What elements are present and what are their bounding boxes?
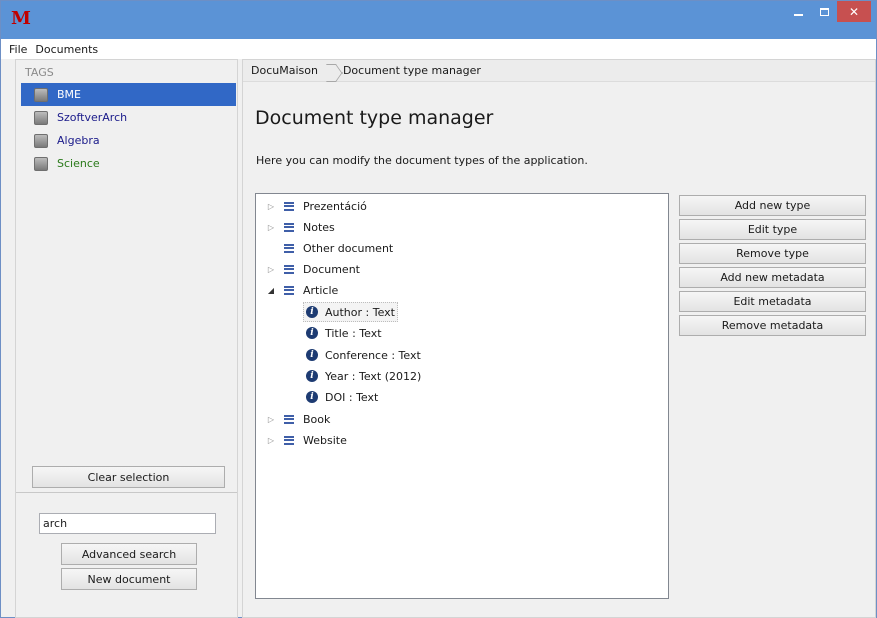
- breadcrumb: DocuMaison Document type manager: [243, 60, 875, 82]
- tag-label: Science: [57, 157, 100, 170]
- maximize-button[interactable]: [811, 1, 837, 22]
- document-type-icon: [283, 285, 295, 296]
- tree-item-book[interactable]: ▷ Book: [264, 409, 330, 429]
- metadata-item-doi[interactable]: i DOI : Text: [306, 387, 378, 407]
- tag-label: SzoftverArch: [57, 111, 128, 124]
- close-icon: ✕: [848, 4, 860, 19]
- metadata-label: Year : Text (2012): [325, 369, 422, 383]
- breadcrumb-home[interactable]: DocuMaison: [243, 64, 326, 77]
- tree-item-label: Notes: [303, 220, 335, 234]
- tag-icon: [34, 110, 48, 125]
- menu-documents[interactable]: Documents: [31, 43, 102, 56]
- info-icon: i: [306, 327, 318, 339]
- tree-item-label: Book: [303, 412, 331, 426]
- tree-item-prezentacio[interactable]: ▷ Prezentáció: [264, 196, 367, 216]
- expand-arrow-icon[interactable]: ▷: [264, 223, 278, 232]
- expand-arrow-icon[interactable]: ▷: [264, 436, 278, 445]
- tag-icon: [34, 133, 48, 148]
- tree-item-article[interactable]: ◢ Article: [264, 280, 338, 300]
- document-type-tree[interactable]: ▷ Prezentáció ▷ Notes Other document ▷ D…: [255, 193, 669, 599]
- tag-list: BME SzoftverArch Algebra Science: [21, 83, 236, 175]
- page-title: Document type manager: [255, 107, 494, 129]
- info-icon: i: [306, 306, 318, 318]
- menu-bar: File Documents: [1, 39, 876, 59]
- tree-item-label: Prezentáció: [303, 199, 367, 213]
- tag-icon: [34, 156, 48, 171]
- tag-label: Algebra: [57, 134, 100, 147]
- document-type-icon: [283, 414, 295, 425]
- metadata-item-conference[interactable]: i Conference : Text: [306, 345, 421, 365]
- minimize-button[interactable]: [785, 1, 811, 22]
- tag-label: BME: [57, 88, 81, 101]
- remove-metadata-button[interactable]: Remove metadata: [679, 315, 866, 336]
- info-icon: i: [306, 349, 318, 361]
- metadata-label: Conference : Text: [325, 348, 421, 362]
- tree-item-label: Document: [303, 262, 360, 276]
- remove-type-button[interactable]: Remove type: [679, 243, 866, 264]
- document-type-icon: [283, 222, 295, 233]
- metadata-item-author[interactable]: i Author : Text: [303, 302, 398, 322]
- tree-item-website[interactable]: ▷ Website: [264, 430, 347, 450]
- tree-item-label: Article: [303, 283, 339, 297]
- tag-item-szoftverarch[interactable]: SzoftverArch: [21, 106, 236, 129]
- maximize-icon: [819, 7, 829, 16]
- tags-header: TAGS: [25, 66, 54, 79]
- collapse-arrow-icon[interactable]: ◢: [264, 286, 278, 295]
- app-logo: M: [11, 8, 31, 29]
- new-document-button[interactable]: New document: [61, 568, 197, 590]
- tag-item-algebra[interactable]: Algebra: [21, 129, 236, 152]
- tags-sidebar: TAGS BME SzoftverArch Algebra Science Cl…: [15, 59, 238, 618]
- info-icon: i: [306, 370, 318, 382]
- tag-icon: [34, 87, 48, 102]
- add-new-type-button[interactable]: Add new type: [679, 195, 866, 216]
- edit-type-button[interactable]: Edit type: [679, 219, 866, 240]
- tree-item-label: Website: [303, 433, 347, 447]
- tree-item-other-document[interactable]: Other document: [264, 238, 393, 258]
- minimize-icon: [793, 13, 803, 16]
- metadata-label: Title : Text: [325, 326, 382, 340]
- expand-arrow-icon[interactable]: ▷: [264, 265, 278, 274]
- app-window: M ✕ File Documents TAGS BME SzoftverArch…: [0, 0, 877, 618]
- breadcrumb-current[interactable]: Document type manager: [335, 64, 489, 77]
- document-type-icon: [283, 243, 295, 254]
- tag-item-bme[interactable]: BME: [21, 83, 236, 106]
- add-new-metadata-button[interactable]: Add new metadata: [679, 267, 866, 288]
- search-input[interactable]: [39, 513, 216, 534]
- document-type-icon: [283, 435, 295, 446]
- info-icon: i: [306, 391, 318, 403]
- tree-item-notes[interactable]: ▷ Notes: [264, 217, 335, 237]
- tree-item-label: Other document: [303, 241, 394, 255]
- main-panel: DocuMaison Document type manager Documen…: [242, 59, 876, 618]
- expand-arrow-icon[interactable]: ▷: [264, 415, 278, 424]
- metadata-label: Author : Text: [325, 305, 395, 319]
- metadata-item-title[interactable]: i Title : Text: [306, 323, 382, 343]
- sidebar-divider: [16, 492, 237, 493]
- menu-file[interactable]: File: [5, 43, 31, 56]
- advanced-search-button[interactable]: Advanced search: [61, 543, 197, 565]
- page-description: Here you can modify the document types o…: [256, 154, 588, 167]
- close-button[interactable]: ✕: [837, 1, 871, 22]
- edit-metadata-button[interactable]: Edit metadata: [679, 291, 866, 312]
- tree-item-document[interactable]: ▷ Document: [264, 259, 360, 279]
- document-type-icon: [283, 201, 295, 212]
- clear-selection-button[interactable]: Clear selection: [32, 466, 225, 488]
- metadata-label: DOI : Text: [325, 390, 379, 404]
- tag-item-science[interactable]: Science: [21, 152, 236, 175]
- metadata-item-year[interactable]: i Year : Text (2012): [306, 366, 421, 386]
- expand-arrow-icon[interactable]: ▷: [264, 202, 278, 211]
- document-type-icon: [283, 264, 295, 275]
- breadcrumb-separator-icon: [326, 61, 335, 81]
- title-bar[interactable]: M ✕: [1, 1, 876, 39]
